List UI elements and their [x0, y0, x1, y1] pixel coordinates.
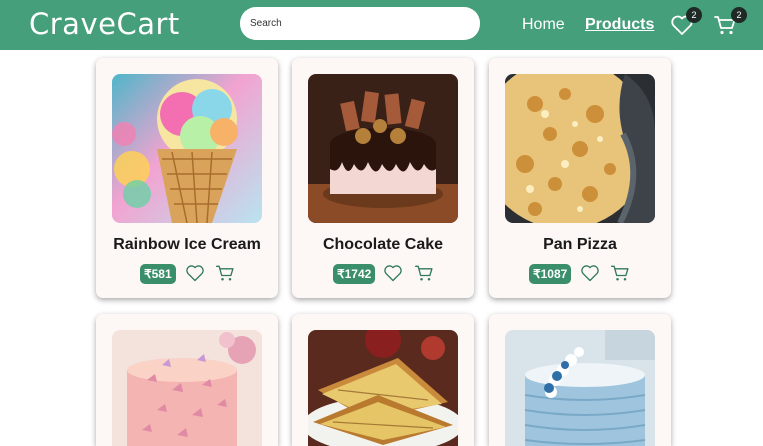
cart-icon[interactable] [610, 263, 630, 283]
price-badge: ₹1742 [333, 264, 376, 284]
product-image-rainbow-ice-cream[interactable] [112, 74, 262, 223]
product-name: Rainbow Ice Cream [113, 236, 261, 253]
product-image-butterfly-cake[interactable] [112, 330, 262, 446]
product-card[interactable]: Chocolate Cake ₹1742 [292, 58, 474, 298]
product-card[interactable] [96, 314, 278, 446]
cart-count-badge: 2 [731, 7, 747, 23]
brand-logo[interactable]: CraveCart [29, 7, 180, 41]
product-card[interactable]: Pan Pizza ₹1087 [489, 58, 671, 298]
product-image-pan-pizza[interactable] [505, 74, 655, 223]
product-image-sandwich[interactable] [308, 330, 458, 446]
heart-icon[interactable] [383, 263, 403, 283]
price-badge: ₹581 [140, 264, 176, 284]
navbar: CraveCart Home Products 2 2 [0, 0, 763, 50]
search-input[interactable] [240, 7, 480, 40]
heart-icon[interactable] [185, 263, 205, 283]
product-card[interactable]: Rainbow Ice Cream ₹581 [96, 58, 278, 298]
heart-icon[interactable] [580, 263, 600, 283]
product-image-blue-cake[interactable] [505, 330, 655, 446]
price-badge: ₹1087 [529, 264, 572, 284]
wishlist-count-badge: 2 [686, 7, 702, 23]
product-card[interactable] [489, 314, 671, 446]
nav-home-link[interactable]: Home [522, 16, 565, 34]
nav-products-link[interactable]: Products [585, 16, 654, 34]
product-image-chocolate-cake[interactable] [308, 74, 458, 223]
cart-icon[interactable] [414, 263, 434, 283]
product-name: Pan Pizza [543, 236, 617, 253]
product-card[interactable] [292, 314, 474, 446]
product-name: Chocolate Cake [322, 236, 444, 253]
cart-icon[interactable] [215, 263, 235, 283]
